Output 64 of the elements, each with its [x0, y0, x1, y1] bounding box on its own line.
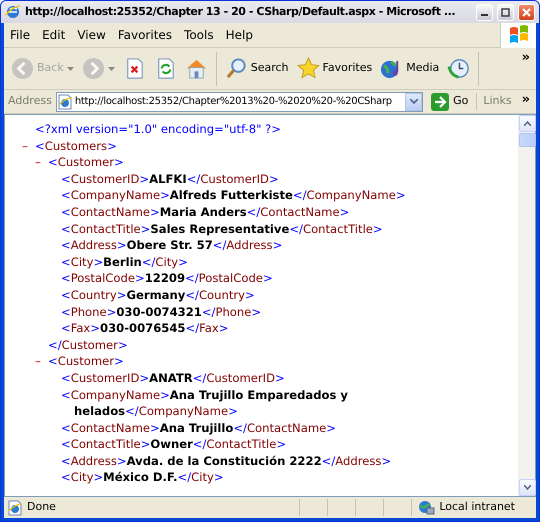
toolbar-overflow-button[interactable]: » [520, 48, 532, 68]
xml-tag: <Customer> [48, 354, 124, 368]
go-button[interactable]: Go [427, 92, 472, 110]
right-arrow-icon [431, 92, 450, 110]
close-icon [522, 8, 531, 16]
xml-tag: <Customer> [48, 155, 124, 170]
xml-declaration: <?xml version="1.0" encoding="utf-8" ?> [35, 122, 281, 136]
xml-line: <Address>Avda. de la Constitución 2222</Address> [61, 454, 392, 468]
address-label: Address [8, 93, 52, 110]
search-icon [224, 57, 248, 80]
windows-logo-icon [508, 25, 530, 45]
search-button[interactable]: Search [222, 55, 292, 82]
caret-icon [410, 99, 418, 104]
menu-item[interactable]: View [71, 24, 112, 46]
status-text: Done [27, 499, 56, 516]
page-icon [7, 500, 23, 516]
zone-text: Local intranet [439, 499, 515, 516]
window-title: http://localhost:25352/Chapter 13 - 20 - CSharp/Default.aspx - Microsoft ... [25, 4, 456, 20]
collapse-toggle[interactable]: – [35, 154, 48, 170]
xml-line: <Country>Germany</Country> [61, 288, 255, 302]
xml-line: <City>México D.F.</City> [61, 470, 224, 484]
menu-item[interactable]: Tools [178, 24, 220, 46]
favorites-button[interactable]: Favorites [294, 55, 376, 82]
network-computer-icon [418, 500, 436, 516]
scroll-down-button[interactable] [519, 479, 536, 496]
xml-line: <CustomerID>ANATR</CustomerID> [61, 370, 285, 385]
menu-item[interactable]: Edit [36, 24, 72, 46]
xml-line: <Phone>030-0074321</Phone> [61, 304, 262, 319]
xml-line: <Fax>030-0076545</Fax> [61, 321, 228, 336]
xml-line: <CustomerID>ALFKI</CustomerID> [61, 172, 279, 186]
dropdown-button[interactable] [405, 92, 422, 110]
maximize-icon [501, 8, 510, 16]
scroll-up-button[interactable] [519, 115, 536, 132]
minimize-icon [481, 14, 488, 16]
browser-logo-icon [5, 4, 21, 20]
xml-line: <ContactName>Ana Trujillo</ContactName> [61, 420, 336, 435]
links-button[interactable]: Links [476, 93, 516, 110]
xml-line: <City>Berlin</City> [61, 254, 188, 269]
close-button[interactable] [518, 4, 535, 20]
menu-item[interactable]: File [4, 24, 36, 46]
xml-line: <CompanyName>Ana Trujillo Emparedados y helados</CompanyName> [61, 388, 348, 418]
xml-line: <PostalCode>12209</PostalCode> [61, 271, 273, 286]
menu-item[interactable]: Help [220, 24, 259, 46]
media-button[interactable]: Media [377, 55, 442, 82]
xml-tag: <Customers> [35, 138, 117, 153]
xml-line: <CompanyName>Alfreds Futterkiste</CompanyName> [61, 188, 406, 202]
xml-line: <Address>Obere Str. 57</Address> [61, 238, 282, 252]
maximize-button[interactable] [497, 4, 514, 20]
address-field[interactable]: http://localhost:25352/Chapter%2013%20-%2020%20-%20CSharp [56, 92, 424, 112]
house-icon [184, 57, 208, 80]
scroll-thumb[interactable] [519, 133, 536, 147]
xml-line: <ContactTitle>Owner</ContactTitle> [61, 437, 286, 452]
menu-item[interactable]: Favorites [112, 24, 178, 46]
links-overflow-button[interactable]: » [520, 90, 532, 110]
collapse-toggle[interactable]: – [22, 138, 35, 154]
caret-icon [108, 66, 115, 70]
xml-line: <ContactTitle>Sales Representative</ContactTitle> [61, 222, 383, 236]
collapse-toggle[interactable]: – [35, 353, 48, 370]
minimize-button[interactable] [476, 4, 493, 20]
xml-line: <ContactName>Maria Anders</ContactName> [61, 204, 350, 219]
page-icon [56, 94, 73, 110]
xml-tag: </Customer> [48, 338, 128, 352]
caret-icon [66, 66, 74, 70]
star-icon [296, 57, 320, 80]
